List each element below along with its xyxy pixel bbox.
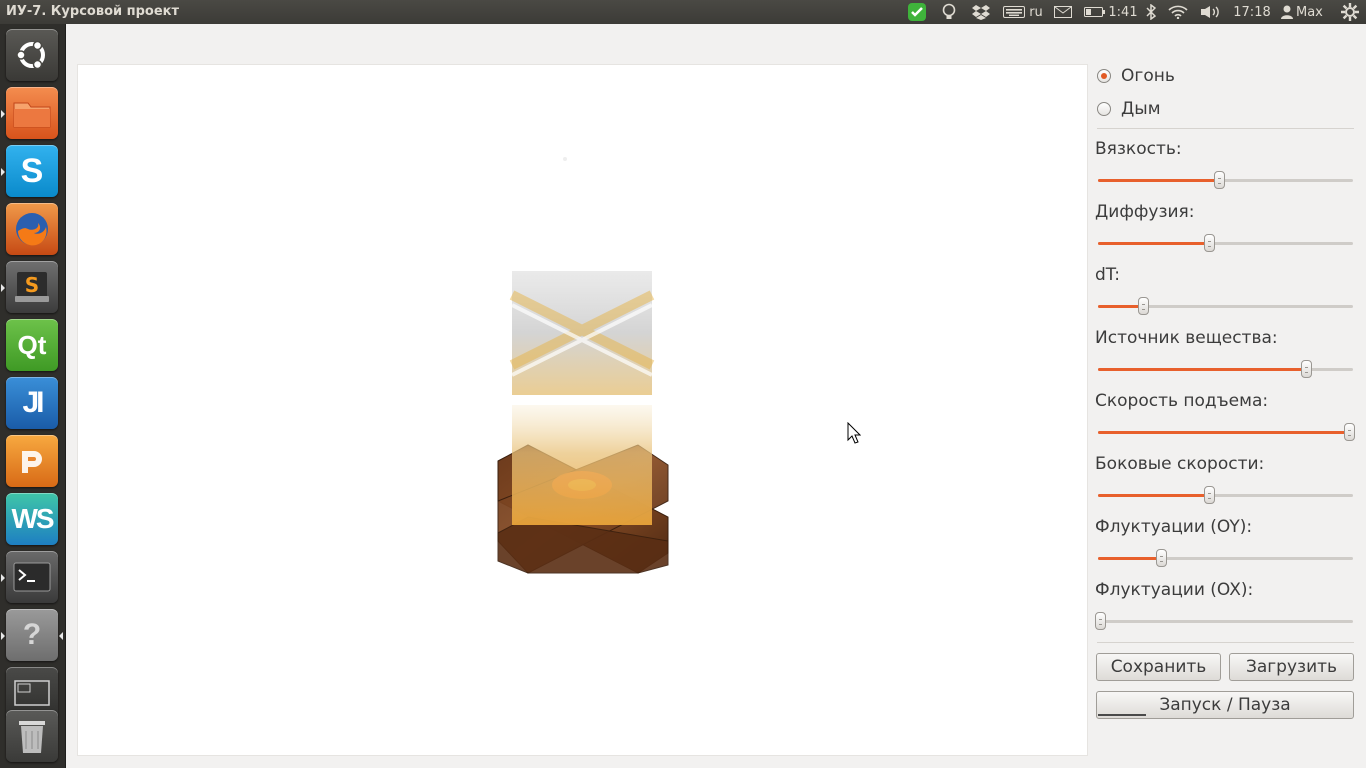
help-icon[interactable]: ? [6,609,58,661]
fire-simulation-image [497,157,669,574]
webstorm-icon[interactable]: WS [6,493,58,545]
radio-fire[interactable] [1097,69,1111,83]
source-label: Источник вещества: [1095,328,1278,348]
firefox-icon[interactable] [6,203,58,255]
user-icon[interactable] [1280,0,1294,24]
radio-fire-label[interactable]: Огонь [1121,66,1175,86]
clock[interactable]: 17:18 [1231,0,1273,24]
separator [1097,642,1354,643]
source-slider[interactable] [1098,360,1353,378]
diffusion-label: Диффузия: [1095,202,1195,222]
mail-icon[interactable] [1052,0,1074,24]
viscosity-slider[interactable] [1098,171,1353,189]
fluct-oy-label: Флуктуации (OY): [1095,517,1253,537]
flame-column [512,405,652,525]
intellij-idea-icon[interactable]: JI [6,377,58,429]
top-panel: ИУ-7. Курсовой проект ru 1:41 17:18 Max [0,0,1366,24]
terminal-icon[interactable] [6,551,58,603]
battery-time: 1:41 [1108,4,1138,20]
launcher: S S Qt JI WS ? [0,24,66,768]
lightbulb-icon[interactable] [938,0,960,24]
user-name[interactable]: Max [1296,0,1332,24]
rise-speed-slider[interactable] [1098,423,1356,441]
rise-speed-label: Скорость подъема: [1095,391,1269,411]
simulation-canvas[interactable] [77,64,1088,756]
slider-handle[interactable] [1301,360,1313,378]
dropbox-icon[interactable] [970,0,992,24]
running-indicator [1,110,5,118]
ubuntu-dash-icon[interactable] [6,29,58,81]
checkmark-shield-icon[interactable] [906,0,928,24]
smoke-plume [509,271,655,395]
skype-icon[interactable]: S [6,145,58,197]
battery-icon[interactable] [1083,0,1107,24]
load-button[interactable]: Загрузить [1229,653,1354,681]
progress-indicator [1098,714,1146,716]
running-indicator [1,632,5,640]
dt-label: dT: [1095,265,1121,285]
bluetooth-icon[interactable] [1143,0,1159,24]
slider-handle[interactable] [1344,423,1356,441]
slider-handle[interactable] [1204,234,1216,252]
radio-smoke[interactable] [1097,102,1111,116]
viscosity-label: Вязкость: [1095,139,1182,159]
gear-icon[interactable] [1339,0,1361,24]
running-indicator [1,284,5,292]
files-icon[interactable] [6,87,58,139]
wifi-icon[interactable] [1166,0,1190,24]
sublime-text-icon[interactable]: S [6,261,58,313]
diffusion-slider[interactable] [1098,234,1353,252]
svg-text:S: S [25,273,39,297]
save-button[interactable]: Сохранить [1096,653,1221,681]
qt-creator-icon[interactable]: Qt [6,319,58,371]
fluct-ox-slider[interactable] [1094,612,1353,630]
window-title: ИУ-7. Курсовой проект [6,4,180,19]
side-speed-slider[interactable] [1098,486,1353,504]
slider-handle[interactable] [1204,486,1216,504]
side-speed-label: Боковые скорости: [1095,454,1265,474]
mouse-pointer-icon [847,422,861,444]
separator [1097,128,1354,129]
fluct-ox-label: Флуктуации (OX): [1095,580,1254,600]
phpstorm-icon[interactable] [6,435,58,487]
trash-icon[interactable] [6,710,58,762]
volume-icon[interactable] [1199,0,1223,24]
running-indicator [1,574,5,582]
slider-handle[interactable] [1214,171,1226,189]
keyboard-icon[interactable] [1002,0,1026,24]
fluct-oy-slider[interactable] [1098,549,1353,567]
running-indicator [1,168,5,176]
dt-slider[interactable] [1098,297,1353,315]
radio-smoke-label[interactable]: Дым [1121,99,1161,119]
slider-handle[interactable] [1155,549,1167,567]
focused-indicator [59,632,63,640]
slider-handle[interactable] [1137,297,1149,315]
slider-handle[interactable] [1094,612,1106,630]
keyboard-layout[interactable]: ru [1026,0,1046,24]
